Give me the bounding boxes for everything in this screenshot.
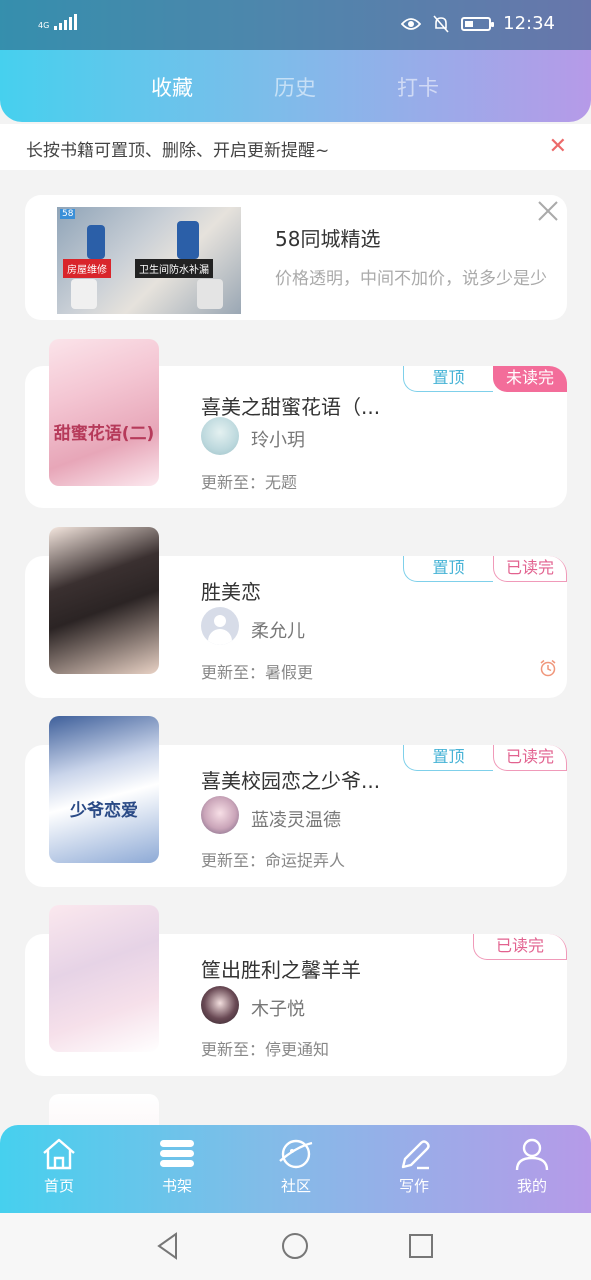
- nav-bookshelf[interactable]: 书架: [137, 1137, 217, 1196]
- tab-checkin[interactable]: 打卡: [397, 72, 439, 102]
- nav-write-label: 写作: [398, 1177, 429, 1195]
- pinned-tag: 置顶: [403, 556, 493, 582]
- book-author: 蓝凌灵温德: [251, 810, 341, 831]
- status-time: 12:34: [503, 13, 555, 34]
- pinned-tag: 置顶: [403, 366, 493, 392]
- book-update: 更新至：无题: [201, 473, 298, 492]
- ad-image-tag-red: 房屋维修: [63, 259, 111, 278]
- recents-square-icon[interactable]: [406, 1231, 436, 1261]
- ad-close-icon[interactable]: [537, 200, 559, 222]
- book-cover[interactable]: [49, 527, 159, 674]
- book-author: 柔允儿: [251, 621, 305, 642]
- status-right: 12:34: [401, 13, 555, 34]
- nav-mine[interactable]: 我的: [492, 1137, 572, 1196]
- status-bar: 4G 12:34: [0, 0, 591, 50]
- alarm-clock-icon[interactable]: [539, 659, 557, 677]
- book-author: 玲小玥: [251, 430, 305, 451]
- network-label: 4G: [38, 21, 50, 30]
- book-title: 喜美之甜蜜花语（...: [201, 395, 381, 419]
- ad-description: 价格透明，中间不加价，说多少是少: [275, 269, 547, 289]
- planet-icon: [279, 1139, 313, 1169]
- author-avatar: [201, 986, 239, 1024]
- tab-history[interactable]: 历史: [274, 72, 316, 102]
- tip-text: 长按书籍可置顶、删除、开启更新提醒~: [26, 141, 330, 161]
- book-update: 更新至：暑假更: [201, 663, 314, 682]
- nav-community[interactable]: 社区: [256, 1137, 336, 1196]
- author-avatar: [201, 417, 239, 455]
- book-title: 喜美校园恋之少爷...: [201, 769, 381, 793]
- read-status-tag: 已读完: [493, 556, 567, 582]
- close-x-icon[interactable]: ✕: [549, 134, 567, 159]
- mute-bell-icon: [433, 14, 449, 33]
- nav-home-label: 首页: [43, 1177, 74, 1195]
- user-icon: [515, 1138, 549, 1171]
- book-cover[interactable]: [49, 905, 159, 1052]
- battery-icon: [461, 16, 495, 31]
- book-cover[interactable]: 甜蜜花语(二): [49, 339, 159, 486]
- tip-bar: 长按书籍可置顶、删除、开启更新提醒~ ✕: [0, 124, 591, 170]
- bookshelf-icon: [160, 1140, 194, 1167]
- ad-title: 58同城精选: [275, 227, 381, 251]
- read-status-tag: 已读完: [493, 745, 567, 771]
- signal-icon: 4G: [38, 14, 78, 30]
- book-update: 更新至：命运捉弄人: [201, 851, 346, 870]
- ad-image-tag-black: 卫生间防水补漏: [135, 259, 213, 278]
- read-status-tag: 未读完: [493, 366, 567, 392]
- top-tabs: 收藏 历史 打卡: [0, 72, 591, 102]
- book-update: 更新至：停更通知: [201, 1040, 330, 1059]
- system-nav-bar: [0, 1213, 591, 1280]
- book-cover[interactable]: 少爷恋爱: [49, 716, 159, 863]
- app-screen: 4G 12:34 收藏 历史 打卡 长按书籍可置顶、删除、开启更新提醒~ ✕ 5…: [0, 0, 591, 1280]
- header: 4G 12:34 收藏 历史 打卡: [0, 0, 591, 122]
- back-triangle-icon[interactable]: [154, 1231, 184, 1261]
- ad-card[interactable]: 58 房屋维修 卫生间防水补漏 58同城精选 价格透明，中间不加价，说多少是少: [25, 195, 567, 320]
- nav-home[interactable]: 首页: [19, 1137, 99, 1196]
- home-circle-icon[interactable]: [280, 1231, 310, 1261]
- nav-bookshelf-label: 书架: [161, 1177, 192, 1195]
- eye-icon: [401, 17, 422, 30]
- ad-image-logo: 58: [60, 209, 76, 219]
- pen-icon: [401, 1140, 430, 1170]
- book-title: 胜美恋: [201, 580, 261, 604]
- default-avatar-icon: [201, 607, 239, 645]
- bottom-nav: 首页 书架 社区 写作 我的: [0, 1125, 591, 1213]
- book-title: 筐出胜利之馨羊羊: [201, 958, 361, 982]
- nav-write[interactable]: 写作: [374, 1137, 454, 1196]
- tab-favorites[interactable]: 收藏: [151, 72, 193, 102]
- nav-mine-label: 我的: [516, 1177, 547, 1195]
- home-icon: [43, 1138, 75, 1170]
- read-status-tag: 已读完: [473, 934, 567, 960]
- book-author: 木子悦: [251, 999, 305, 1020]
- pinned-tag: 置顶: [403, 745, 493, 771]
- ad-image: 58 房屋维修 卫生间防水补漏: [57, 207, 241, 314]
- nav-community-label: 社区: [280, 1177, 311, 1195]
- cover-title: 少爷恋爱: [70, 801, 138, 821]
- author-avatar: [201, 796, 239, 834]
- cover-title: 甜蜜花语(二): [53, 424, 155, 444]
